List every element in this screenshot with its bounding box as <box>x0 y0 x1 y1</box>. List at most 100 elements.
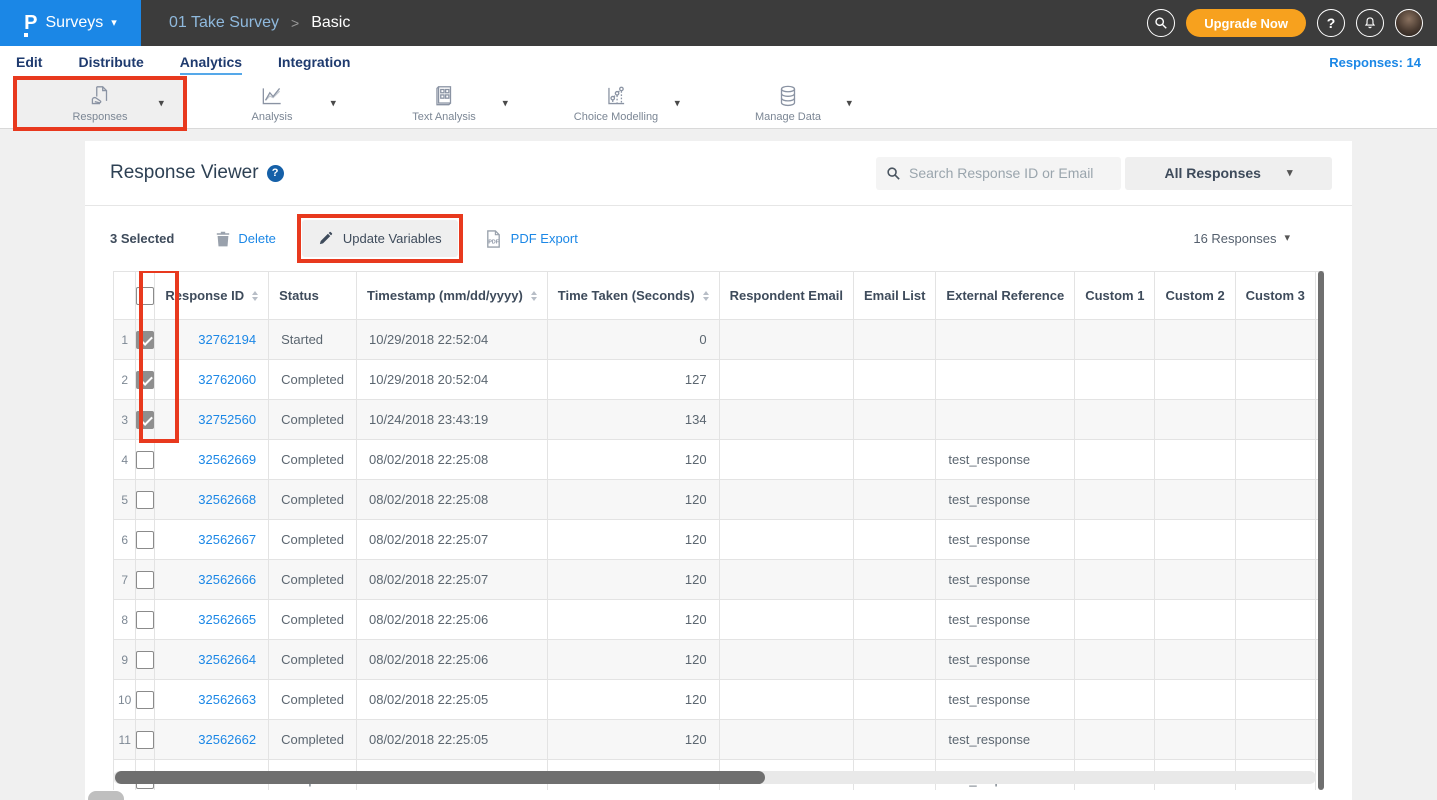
update-variables-button[interactable]: Update Variables <box>302 220 458 257</box>
sort-icon[interactable] <box>531 291 537 301</box>
table-row: 132762194Started10/29/2018 22:52:040 <box>114 320 1325 360</box>
chevron-down-icon[interactable]: ▾ <box>674 97 680 110</box>
column-header: Custom 3 <box>1235 272 1315 320</box>
response-id-cell: 32762194 <box>155 320 269 360</box>
manage-data-icon <box>775 83 801 109</box>
custom3-cell <box>1235 480 1315 520</box>
response-id-link[interactable]: 32562663 <box>198 692 256 707</box>
row-checkbox[interactable] <box>136 651 154 669</box>
response-id-link[interactable]: 32562665 <box>198 612 256 627</box>
selected-count: 3 Selected <box>110 231 174 246</box>
email-list-cell <box>854 560 936 600</box>
status-cell: Completed <box>269 720 357 760</box>
column-header[interactable]: Time Taken (Seconds) <box>547 272 719 320</box>
table-row: 1032562663Completed08/02/2018 22:25:0512… <box>114 680 1325 720</box>
analysis-icon <box>259 83 285 109</box>
title-help-icon[interactable]: ? <box>267 165 284 182</box>
tab-integration[interactable]: Integration <box>278 50 350 75</box>
horizontal-scrollbar-thumb[interactable] <box>115 771 765 784</box>
tab-analytics[interactable]: Analytics <box>180 50 242 75</box>
row-checkbox[interactable] <box>136 451 154 469</box>
row-checkbox-cell <box>136 720 155 760</box>
pdf-export-button[interactable]: PDF PDF Export <box>484 229 578 249</box>
brand-logo-icon: P <box>24 13 37 33</box>
email-list-cell <box>854 480 936 520</box>
column-header[interactable]: Timestamp (mm/dd/yyyy) <box>356 272 547 320</box>
response-id-link[interactable]: 32762060 <box>198 372 256 387</box>
response-id-link[interactable]: 32562667 <box>198 532 256 547</box>
row-checkbox[interactable] <box>136 571 154 589</box>
custom2-cell <box>1155 640 1235 680</box>
search-icon[interactable] <box>1147 9 1175 37</box>
chevron-down-icon[interactable]: ▾ <box>502 97 508 110</box>
chat-widget[interactable] <box>88 791 124 800</box>
status-cell: Completed <box>269 560 357 600</box>
time-taken-cell: 120 <box>547 480 719 520</box>
breadcrumb-separator: > <box>291 15 299 31</box>
row-checkbox[interactable] <box>136 371 154 389</box>
column-header[interactable]: Response ID <box>155 272 269 320</box>
row-checkbox[interactable] <box>136 731 154 749</box>
toolbar-item-choice-modelling[interactable]: Choice Modelling ▾ <box>530 78 702 128</box>
row-number-cell: 4 <box>114 440 136 480</box>
status-cell: Started <box>269 320 357 360</box>
response-id-link[interactable]: 32762194 <box>198 332 256 347</box>
chevron-down-icon[interactable]: ▾ <box>330 97 336 110</box>
breadcrumb-survey-title[interactable]: 01 Take Survey <box>169 14 279 32</box>
column-header: Status <box>269 272 357 320</box>
notifications-bell-icon[interactable] <box>1356 9 1384 37</box>
row-checkbox-cell <box>136 640 155 680</box>
horizontal-scrollbar-track[interactable] <box>113 771 1316 784</box>
response-id-link[interactable]: 32562666 <box>198 572 256 587</box>
row-checkbox[interactable] <box>136 531 154 549</box>
response-id-link[interactable]: 32752560 <box>198 412 256 427</box>
response-id-link[interactable]: 32562662 <box>198 732 256 747</box>
custom3-cell <box>1235 640 1315 680</box>
toolbar-item-manage-data[interactable]: Manage Data ▾ <box>702 78 874 128</box>
toolbar-item-responses[interactable]: Responses ▾ <box>14 78 186 128</box>
tab-edit[interactable]: Edit <box>16 50 42 75</box>
response-search-input[interactable] <box>909 165 1111 181</box>
timestamp-cell: 08/02/2018 22:25:06 <box>356 600 547 640</box>
upgrade-now-button[interactable]: Upgrade Now <box>1186 9 1306 37</box>
responses-count[interactable]: Responses: 14 <box>1329 55 1421 70</box>
row-checkbox-cell <box>136 320 155 360</box>
respondent-email-cell <box>719 360 853 400</box>
row-checkbox[interactable] <box>136 331 154 349</box>
sort-icon[interactable] <box>703 291 709 301</box>
toolbar-item-analysis[interactable]: Analysis ▾ <box>186 78 358 128</box>
chevron-down-icon[interactable]: ▾ <box>846 97 852 110</box>
choice-modelling-icon <box>603 83 629 109</box>
response-search-box <box>876 157 1121 190</box>
custom3-cell <box>1235 680 1315 720</box>
table-row: 232762060Completed10/29/2018 20:52:04127 <box>114 360 1325 400</box>
response-filter-dropdown[interactable]: All Responses ▾ <box>1125 157 1332 190</box>
user-avatar[interactable] <box>1395 9 1423 37</box>
external-reference-cell <box>936 360 1075 400</box>
respondent-email-cell <box>719 560 853 600</box>
surveys-menu[interactable]: P Surveys ▾ <box>0 0 141 46</box>
toolbar-item-text-analysis[interactable]: Text Analysis ▾ <box>358 78 530 128</box>
response-id-cell: 32562662 <box>155 720 269 760</box>
responses-page-size-dropdown[interactable]: 16 Responses ▾ <box>1193 231 1290 246</box>
response-id-link[interactable]: 32562668 <box>198 492 256 507</box>
select-all-checkbox[interactable] <box>136 287 154 305</box>
row-checkbox[interactable] <box>136 691 154 709</box>
respondent-email-cell <box>719 720 853 760</box>
delete-button[interactable]: Delete <box>216 231 276 247</box>
row-checkbox[interactable] <box>136 611 154 629</box>
vertical-scrollbar[interactable] <box>1318 271 1324 790</box>
help-icon[interactable]: ? <box>1317 9 1345 37</box>
column-header-label: Timestamp (mm/dd/yyyy) <box>367 288 523 303</box>
status-cell: Completed <box>269 520 357 560</box>
status-cell: Completed <box>269 640 357 680</box>
row-checkbox[interactable] <box>136 491 154 509</box>
row-number-cell: 10 <box>114 680 136 720</box>
sort-icon[interactable] <box>252 291 258 301</box>
row-checkbox[interactable] <box>136 411 154 429</box>
chevron-down-icon[interactable]: ▾ <box>158 97 164 110</box>
response-id-link[interactable]: 32562664 <box>198 652 256 667</box>
response-id-link[interactable]: 32562669 <box>198 452 256 467</box>
custom1-cell <box>1075 480 1155 520</box>
tab-distribute[interactable]: Distribute <box>78 50 143 75</box>
